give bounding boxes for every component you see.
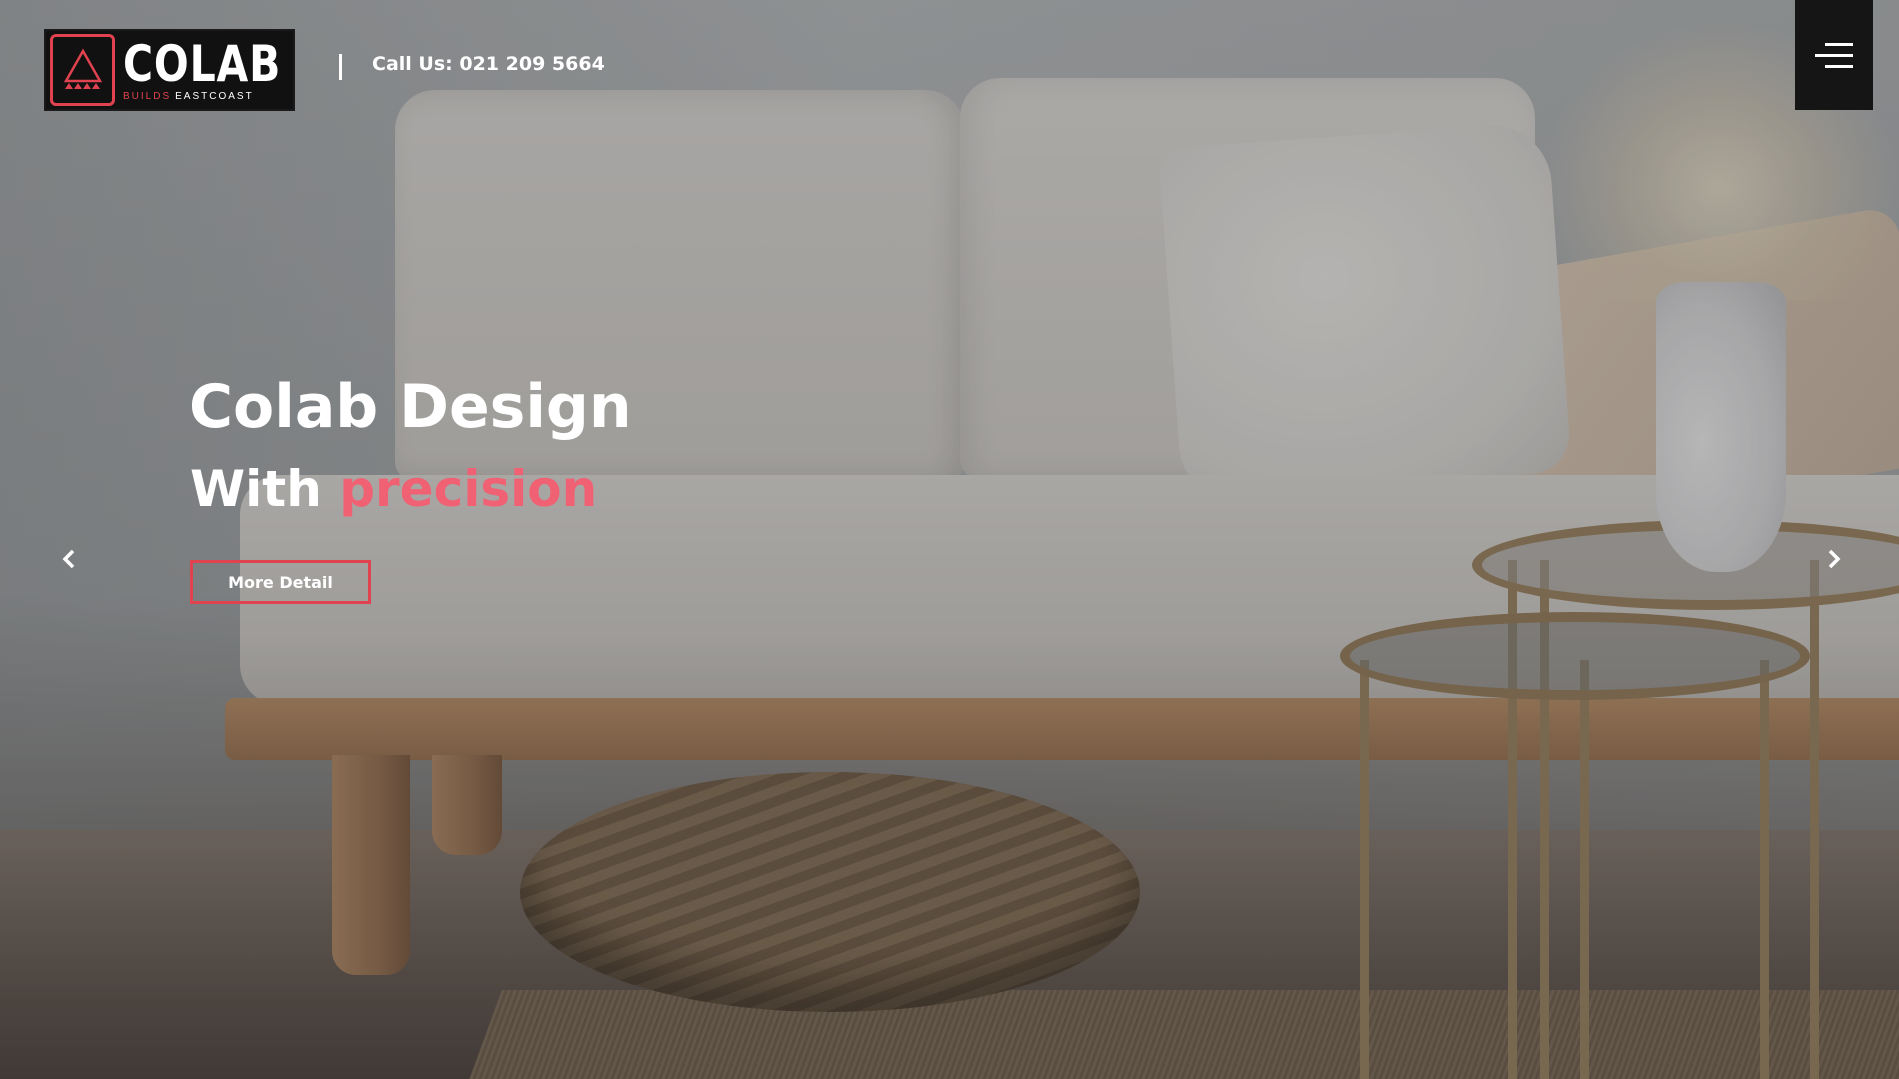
logo-triangle-icon	[50, 34, 115, 106]
hero-title: Colab Design	[189, 372, 632, 442]
hamburger-menu-icon	[1825, 42, 1853, 46]
chevron-left-icon	[62, 549, 75, 569]
slider-next-button[interactable]	[1819, 544, 1849, 574]
hero-subtitle-accent: precision	[339, 460, 598, 518]
chevron-right-icon	[1828, 549, 1841, 569]
menu-button[interactable]	[1795, 0, 1873, 110]
hero-subtitle-prefix: With	[190, 460, 322, 518]
hero-subtitle: With precision	[190, 460, 597, 518]
site-logo[interactable]: COLAB BUILDS EASTCOAST	[44, 29, 295, 111]
slider-prev-button[interactable]	[54, 544, 84, 574]
phone-link[interactable]: Call Us: 021 209 5664	[372, 53, 605, 75]
more-detail-button[interactable]: More Detail	[190, 560, 371, 604]
logo-wordmark: COLAB	[123, 35, 282, 93]
hero-slider: COLAB BUILDS EASTCOAST Call Us: 021 209 5…	[0, 0, 1899, 1079]
header-divider	[339, 54, 342, 80]
hero-background-image	[0, 0, 1899, 1079]
hamburger-menu-icon	[1815, 53, 1853, 57]
image-overlay	[0, 0, 1899, 1079]
hamburger-menu-icon	[1825, 64, 1853, 68]
